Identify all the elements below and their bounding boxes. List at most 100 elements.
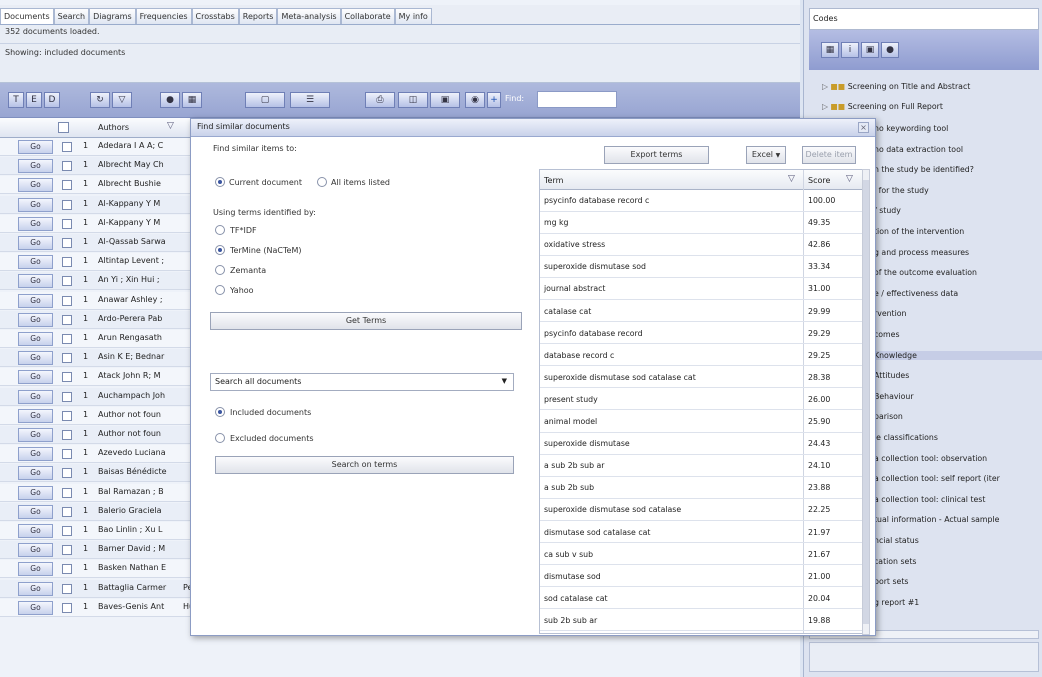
go-button[interactable]: Go: [18, 428, 53, 442]
terms-scrollbar[interactable]: [862, 169, 870, 635]
current-document-radio[interactable]: [215, 177, 225, 187]
excluded-documents-radio[interactable]: [215, 433, 225, 443]
go-button[interactable]: Go: [18, 485, 53, 500]
search-scope-select[interactable]: Search all documents ▼: [210, 373, 514, 391]
go-button[interactable]: Go: [18, 236, 53, 250]
go-button[interactable]: Go: [18, 293, 53, 308]
layout-icon[interactable]: ◫: [398, 92, 428, 108]
row-checkbox[interactable]: [62, 276, 72, 287]
go-button[interactable]: Go: [18, 178, 53, 193]
terms-table-row[interactable]: journal abstract 31.00: [540, 279, 864, 300]
method-radio[interactable]: [215, 285, 225, 295]
row-checkbox[interactable]: [62, 257, 72, 268]
terms-table-row[interactable]: a sub 2b sub 23.88: [540, 478, 864, 499]
code-item[interactable]: f study: [874, 206, 901, 215]
row-checkbox[interactable]: [62, 391, 72, 402]
tab-diagrams[interactable]: Diagrams: [89, 8, 136, 24]
terms-table-row[interactable]: dismutase sod 21.00: [540, 567, 864, 588]
go-button[interactable]: Go: [18, 543, 53, 558]
code-item[interactable]: port sets: [874, 577, 908, 586]
filter-icon[interactable]: ▽: [167, 121, 174, 131]
row-checkbox[interactable]: [62, 353, 72, 364]
row-checkbox[interactable]: [62, 449, 72, 460]
go-button[interactable]: Go: [18, 274, 53, 289]
go-button[interactable]: Go: [18, 600, 53, 615]
list-icon[interactable]: ☰: [290, 92, 330, 108]
window-icon[interactable]: ▣: [430, 92, 460, 108]
terms-table-row[interactable]: superoxide dismutase sod catalase cat 28.…: [540, 368, 864, 389]
document-icon[interactable]: D: [44, 92, 60, 108]
tab-meta-analysis[interactable]: Meta-analysis: [277, 8, 341, 24]
row-checkbox[interactable]: [62, 314, 72, 325]
code-item[interactable]: Knowledge: [860, 350, 1042, 360]
go-button[interactable]: Go: [18, 447, 53, 462]
code-item[interactable]: of the outcome evaluation: [874, 268, 977, 277]
go-button[interactable]: Go: [18, 197, 53, 212]
terms-table-row[interactable]: catalase cat 29.99: [540, 302, 864, 323]
edit-icon[interactable]: E: [26, 92, 42, 108]
go-button[interactable]: Go: [18, 581, 53, 596]
panel-icon[interactable]: ▣: [861, 42, 879, 58]
go-button[interactable]: Go: [18, 524, 53, 538]
search-on-terms-button[interactable]: Search on terms: [215, 456, 514, 474]
code-item[interactable]: Attitudes: [874, 371, 909, 380]
row-checkbox[interactable]: [62, 602, 72, 613]
delete-item-button[interactable]: Delete item: [802, 146, 856, 164]
go-button[interactable]: Go: [18, 504, 53, 519]
row-checkbox[interactable]: [62, 468, 72, 479]
code-item[interactable]: comes: [874, 330, 900, 339]
method-radio[interactable]: [215, 265, 225, 275]
row-checkbox[interactable]: [62, 199, 72, 210]
row-checkbox[interactable]: [62, 564, 72, 575]
row-checkbox[interactable]: [62, 372, 72, 383]
row-checkbox[interactable]: [62, 583, 72, 594]
terms-table-row[interactable]: oxidative stress 42.86: [540, 235, 864, 256]
go-button[interactable]: Go: [18, 312, 53, 327]
code-item[interactable]: ▷ ■■ Screening on Full Report: [822, 102, 943, 111]
tab-my-info[interactable]: My info: [394, 8, 432, 24]
row-checkbox[interactable]: [62, 180, 72, 191]
terms-table-row[interactable]: psycinfo database record 29.29: [540, 324, 864, 345]
person-icon[interactable]: ●: [881, 42, 899, 58]
info-icon[interactable]: i: [841, 42, 859, 58]
filter-icon[interactable]: ▽: [112, 92, 132, 108]
export-terms-button[interactable]: Export terms: [604, 146, 709, 164]
code-item[interactable]: tion of the intervention: [874, 227, 964, 236]
code-item[interactable]: g report #1: [874, 598, 919, 607]
print-icon[interactable]: ⎙: [365, 92, 395, 108]
code-item[interactable]: parison: [874, 412, 903, 421]
terms-table-row[interactable]: database record c 29.25: [540, 346, 864, 367]
go-button[interactable]: Go: [18, 389, 53, 404]
code-item[interactable]: ncial status: [874, 536, 919, 545]
terms-table-row[interactable]: superoxide dismutase sod 33.34: [540, 257, 864, 278]
code-item[interactable]: Behaviour: [874, 392, 914, 401]
row-checkbox[interactable]: [62, 410, 72, 421]
method-radio[interactable]: [215, 225, 225, 235]
go-button[interactable]: Go: [18, 351, 53, 366]
code-item[interactable]: no keywording tool: [874, 124, 948, 133]
code-item[interactable]: a collection tool: clinical test: [874, 495, 985, 504]
binoculars-icon[interactable]: ◉: [465, 92, 485, 108]
go-button[interactable]: Go: [18, 466, 53, 481]
code-item[interactable]: l for the study: [874, 186, 929, 195]
text-icon[interactable]: T: [8, 92, 24, 108]
person-icon[interactable]: ●: [160, 92, 180, 108]
tab-collaborate[interactable]: Collaborate: [340, 8, 395, 24]
go-button[interactable]: Go: [18, 216, 53, 231]
terms-table-row[interactable]: superoxide dismutase sod catalase 22.25: [540, 500, 864, 521]
close-icon[interactable]: ×: [858, 122, 869, 133]
terms-table-row[interactable]: present study 26.00: [540, 390, 864, 411]
row-checkbox[interactable]: [62, 545, 72, 556]
code-item[interactable]: g and process measures: [874, 248, 969, 257]
code-item[interactable]: a collection tool: observation: [874, 454, 987, 463]
grid-icon[interactable]: ▦: [821, 42, 839, 58]
filter-icon[interactable]: ▽: [846, 174, 853, 184]
go-button[interactable]: Go: [18, 408, 53, 423]
row-checkbox[interactable]: [62, 142, 72, 152]
terms-table-row[interactable]: animal model 25.90: [540, 412, 864, 433]
row-checkbox[interactable]: [62, 161, 72, 172]
filter-icon[interactable]: ▽: [788, 174, 795, 184]
select-all-checkbox[interactable]: [58, 122, 69, 133]
tab-crosstabs[interactable]: Crosstabs: [191, 8, 239, 24]
find-input[interactable]: [537, 91, 617, 108]
